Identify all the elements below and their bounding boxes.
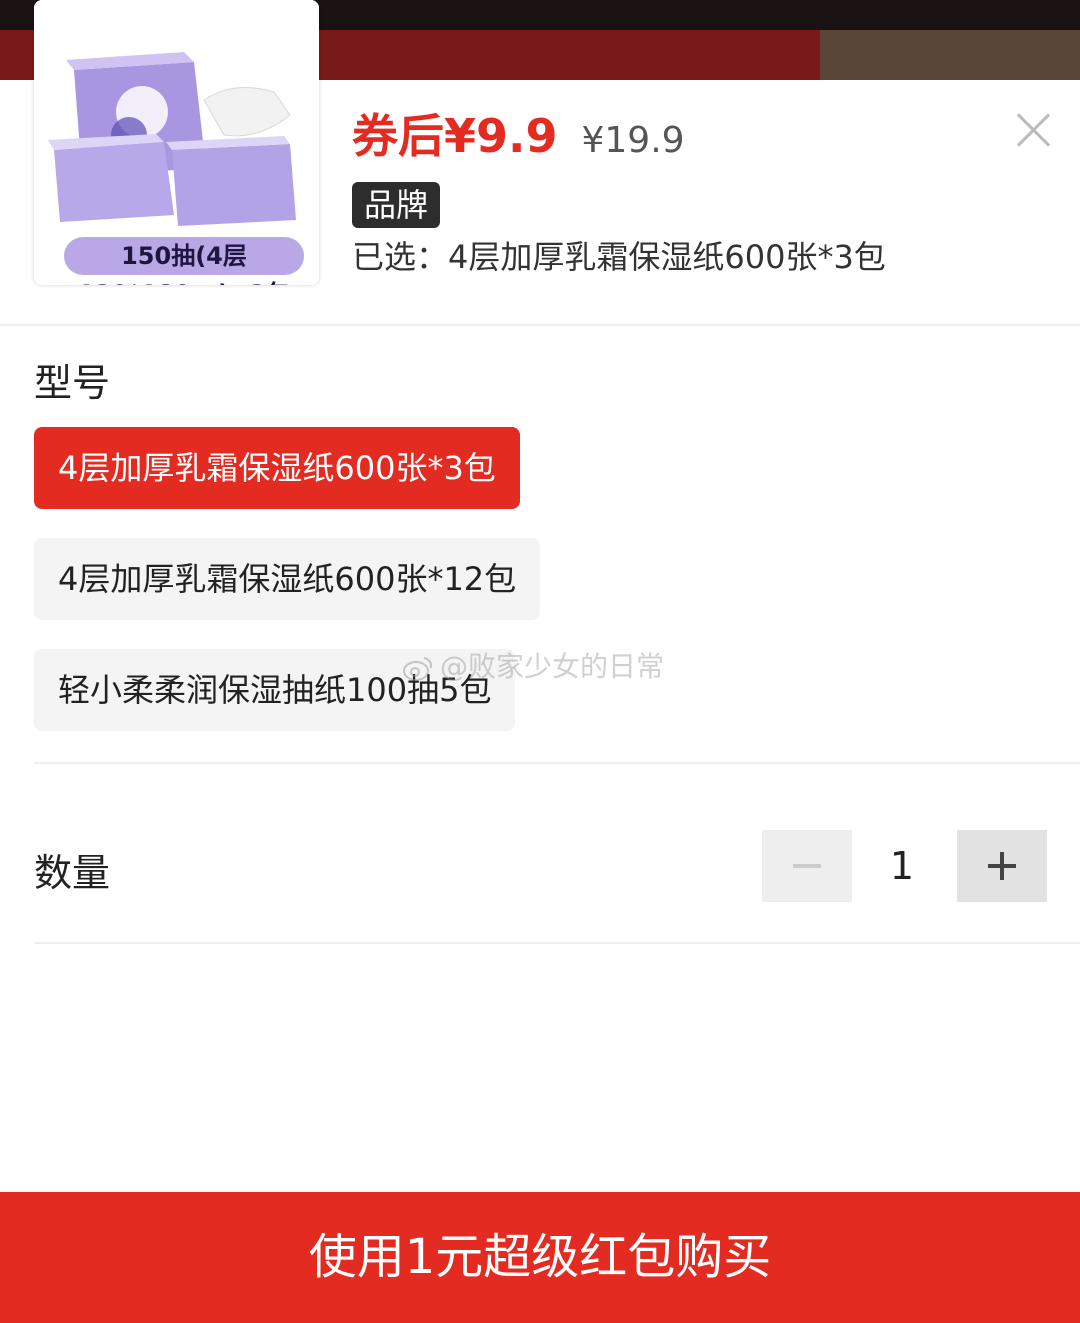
plus-icon bbox=[1000, 852, 1004, 880]
price-row: 券后¥9.9 ¥19.9 bbox=[352, 100, 685, 163]
quantity-section-title: 数量 bbox=[34, 851, 111, 895]
divider bbox=[34, 762, 1080, 764]
minus-icon bbox=[793, 864, 821, 868]
buy-button[interactable]: 使用1元超级红包购买 bbox=[0, 1192, 1080, 1323]
divider bbox=[34, 942, 1080, 944]
selected-sku-text: 已选：4层加厚乳霜保湿纸600张*3包 bbox=[352, 238, 886, 276]
divider bbox=[0, 324, 1080, 326]
sku-option-2[interactable]: 4层加厚乳霜保湿纸600张*12包 bbox=[34, 538, 541, 620]
thumbnail-caption: 150抽(4层 120*180...)×3包 bbox=[64, 237, 304, 285]
close-icon[interactable] bbox=[1012, 108, 1056, 152]
watermark-text: @败家少女的日常 bbox=[440, 650, 665, 683]
original-price: ¥19.9 bbox=[581, 120, 685, 161]
brand-badge: 品牌 bbox=[352, 182, 441, 228]
product-thumbnail[interactable]: 150抽(4层 120*180...)×3包 bbox=[34, 0, 319, 285]
coupon-price: 券后¥9.9 bbox=[352, 109, 558, 163]
quantity-increase-button[interactable] bbox=[957, 830, 1047, 902]
weibo-icon bbox=[403, 657, 433, 681]
quantity-value[interactable]: 1 bbox=[852, 830, 952, 902]
quantity-decrease-button[interactable] bbox=[762, 830, 852, 902]
model-section-title: 型号 bbox=[34, 361, 111, 405]
buy-button-label: 使用1元超级红包购买 bbox=[308, 1229, 772, 1285]
sku-option-1[interactable]: 4层加厚乳霜保湿纸600张*3包 bbox=[34, 427, 520, 509]
background-tan-block bbox=[820, 30, 1080, 80]
watermark: @败家少女的日常 bbox=[402, 645, 664, 685]
